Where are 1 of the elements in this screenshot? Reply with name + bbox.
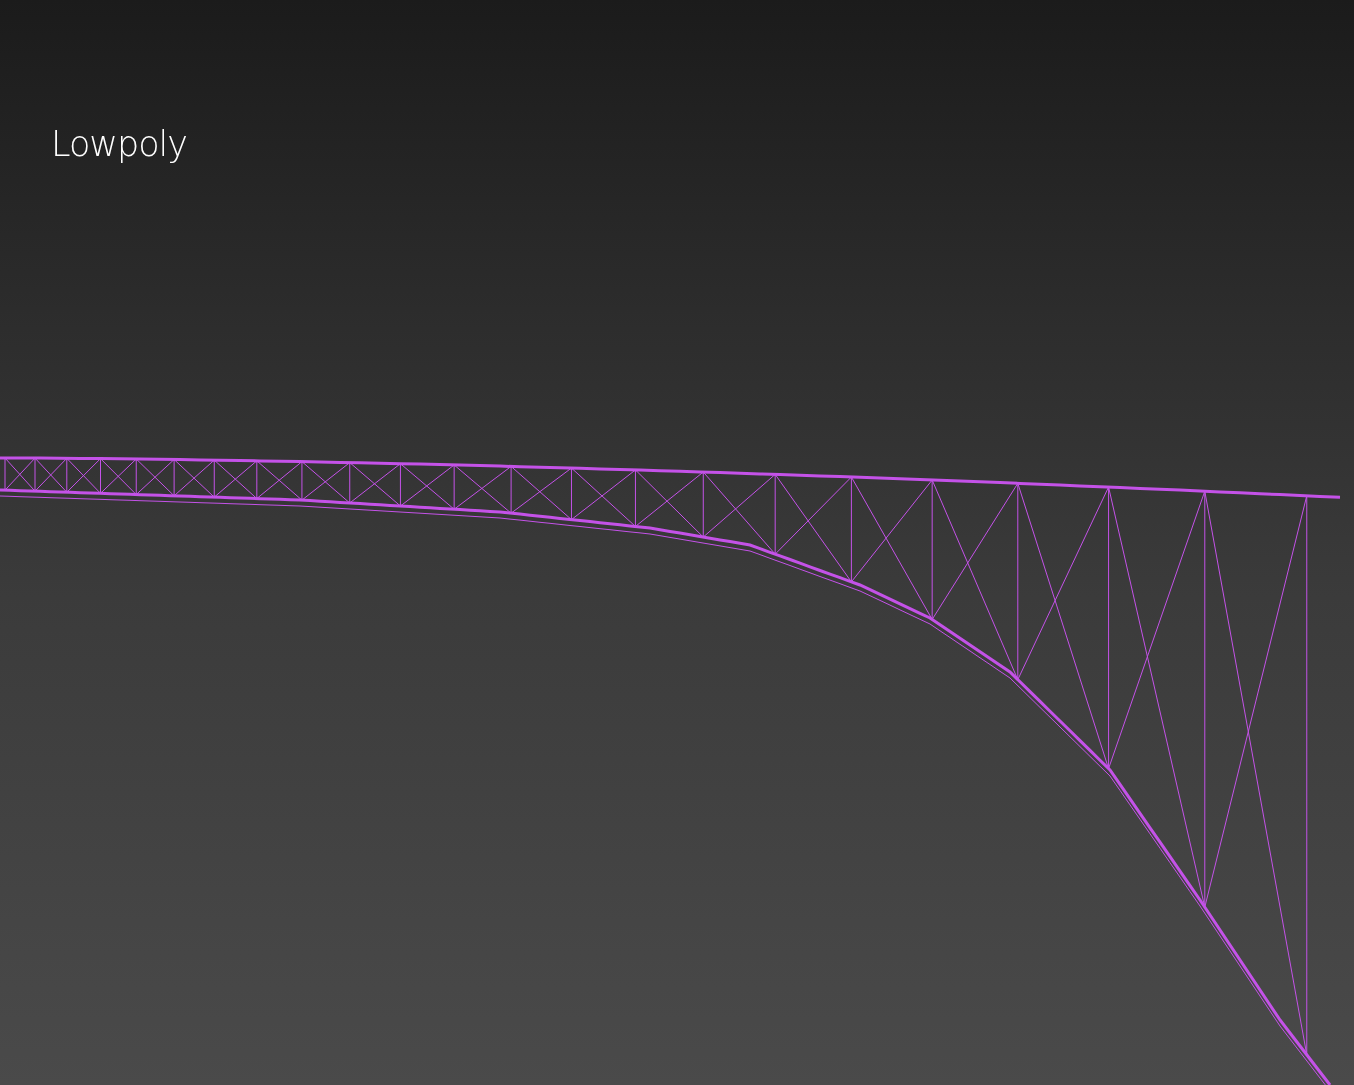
viewport-label: Lowpoly bbox=[51, 124, 187, 164]
